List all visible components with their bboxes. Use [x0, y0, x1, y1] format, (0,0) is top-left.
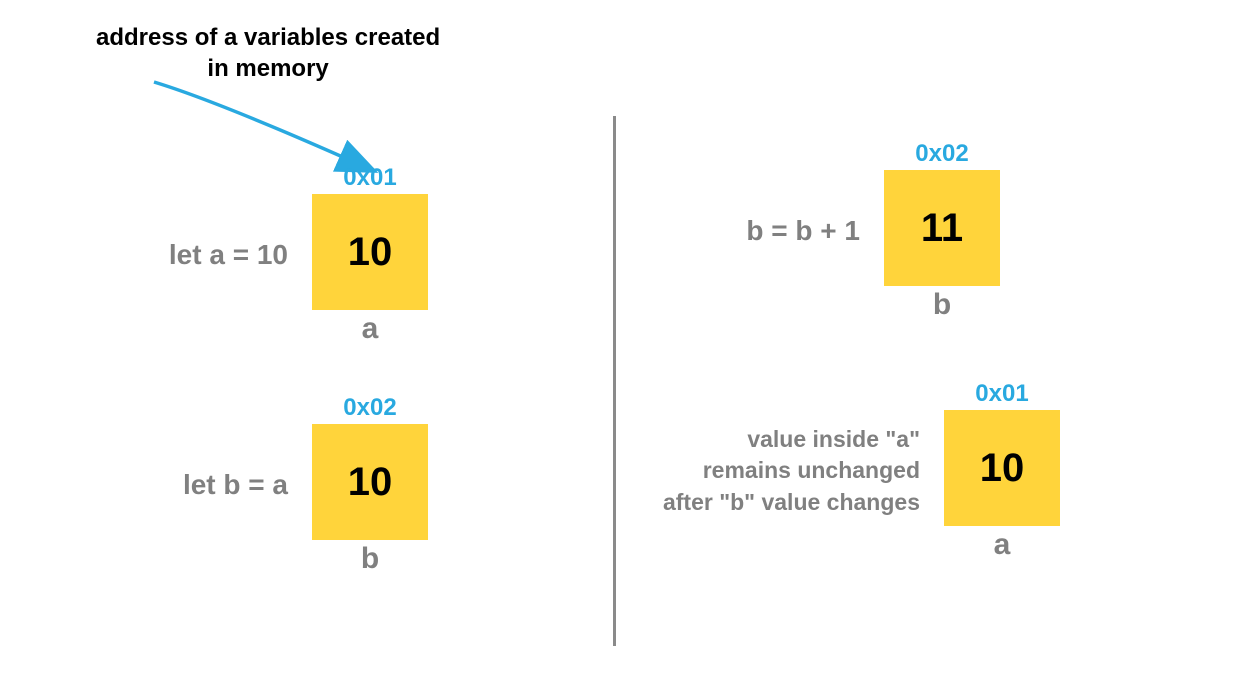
value-text: 11: [921, 206, 963, 251]
variable-name: a: [994, 528, 1011, 562]
address-label: 0x01: [975, 380, 1028, 408]
variable-name: a: [362, 312, 379, 346]
explanation-line-1: value inside "a": [747, 426, 920, 452]
value-box: 10: [944, 410, 1060, 526]
explanation-a-unchanged: value inside "a" remains unchanged after…: [640, 424, 920, 517]
code-label-let-b: let b = a: [138, 466, 288, 504]
value-box: 11: [884, 170, 1000, 286]
vertical-divider: [613, 116, 616, 646]
variable-name: b: [361, 542, 379, 576]
memory-box-b-initial: 0x02 10 b: [312, 394, 428, 576]
memory-cell-b-updated: b = b + 1 0x02 11 b: [690, 140, 1000, 322]
explanation-line-2: remains unchanged: [703, 457, 920, 483]
memory-cell-a-unchanged: value inside "a" remains unchanged after…: [640, 380, 1060, 562]
annotation-line-1: address of a variables created: [96, 24, 440, 51]
value-text: 10: [980, 446, 1025, 491]
annotation-line-2: in memory: [207, 55, 328, 82]
explanation-line-3: after "b" value changes: [663, 489, 920, 515]
memory-box-b-updated: 0x02 11 b: [884, 140, 1000, 322]
variable-name: b: [933, 288, 951, 322]
code-label-let-a: let a = 10: [118, 236, 288, 274]
memory-cell-b-initial: let b = a 0x02 10 b: [138, 394, 428, 576]
address-label: 0x01: [343, 164, 396, 192]
value-box: 10: [312, 424, 428, 540]
code-label-b-increment: b = b + 1: [690, 212, 860, 250]
memory-box-a-unchanged: 0x01 10 a: [944, 380, 1060, 562]
value-text: 10: [348, 230, 393, 275]
memory-address-annotation: address of a variables created in memory: [96, 22, 440, 84]
value-box: 10: [312, 194, 428, 310]
memory-cell-a-initial: let a = 10 0x01 10 a: [118, 164, 428, 346]
address-label: 0x02: [915, 140, 968, 168]
address-label: 0x02: [343, 394, 396, 422]
value-text: 10: [348, 460, 393, 505]
memory-box-a-initial: 0x01 10 a: [312, 164, 428, 346]
